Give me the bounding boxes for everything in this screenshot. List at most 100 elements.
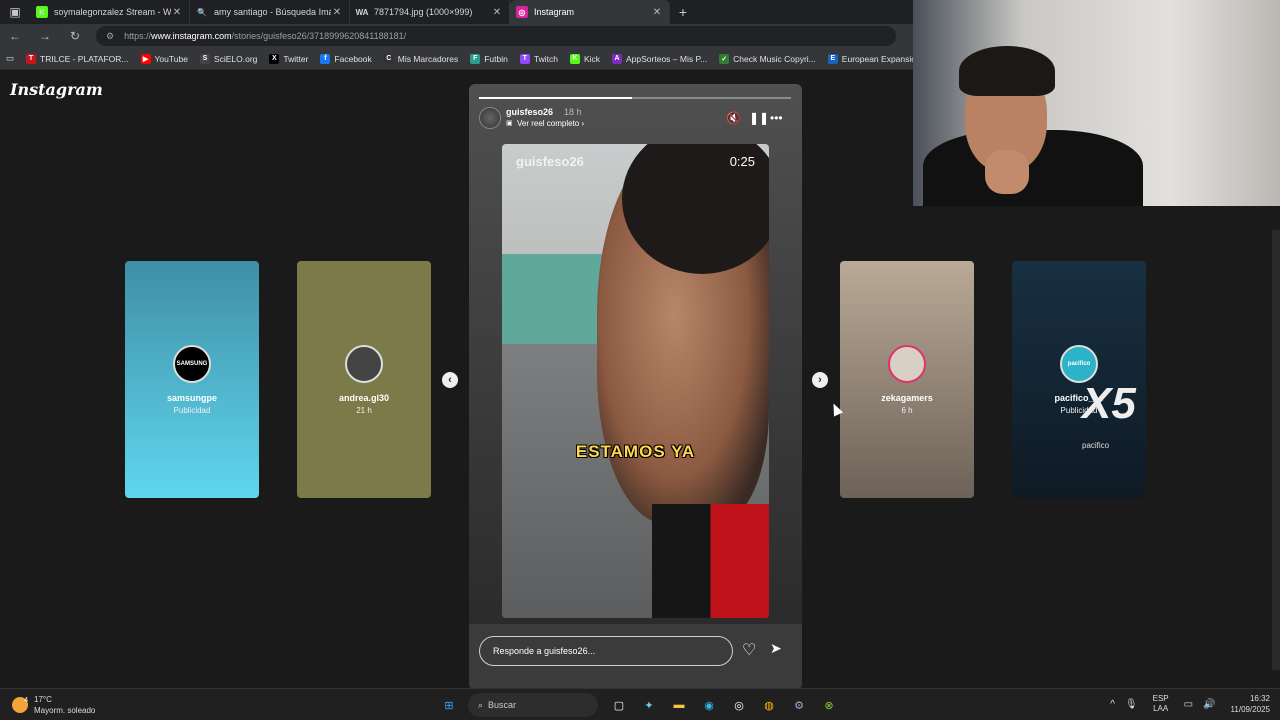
bookmark-icon: T — [519, 53, 530, 64]
address-bar[interactable]: ⚙ https:// www.instagram.com /stories/gu… — [96, 26, 896, 46]
bookmarks-manager-icon[interactable]: ▭ — [6, 53, 14, 64]
active-story[interactable]: guisfeso26 18 h ▣ Ver reel completo › 🔇 … — [469, 84, 802, 690]
start-icon[interactable]: ⊞ — [438, 694, 460, 716]
taskbar: 4 17°C Mayorm. soleado ⊞ ⌕ Buscar ▢ ✦ ▬ … — [0, 688, 1280, 720]
bookmark-label: Twitch — [533, 53, 558, 64]
clock[interactable]: 16:32 11/09/2025 — [1231, 693, 1270, 715]
language-indicator[interactable]: ESP LAA — [1153, 694, 1169, 714]
next-story-button[interactable]: › — [812, 372, 828, 388]
story-username: zekagamers — [881, 393, 933, 403]
browser-tab[interactable]: 🔍 amy santiago - Búsqueda Imágen✕ — [190, 0, 350, 24]
browser-tab[interactable]: ◎ Instagram ✕ — [510, 0, 670, 24]
bookmark-item[interactable]: T Twitch — [519, 53, 558, 64]
xbox-icon[interactable]: ⊗ — [818, 694, 840, 716]
steam-icon[interactable]: ⚙ — [788, 694, 810, 716]
site-info-icon[interactable]: ⚙ — [106, 31, 114, 42]
close-tab-icon[interactable]: ✕ — [491, 7, 503, 18]
like-heart-icon[interactable]: ♡ — [742, 640, 756, 660]
weather-widget[interactable]: 4 17°C Mayorm. soleado — [12, 694, 95, 716]
weather-temp: 17°C — [34, 695, 52, 704]
bookmark-item[interactable]: T TRILCE - PLATAFOR... — [26, 53, 129, 64]
send-icon[interactable]: ➤ — [770, 640, 782, 657]
system-tray: ^ 🎙 ESP LAA ▭ 🔊 16:32 11/09/2025 — [1105, 693, 1270, 715]
pause-icon[interactable]: ❚❚ — [749, 111, 769, 125]
video-timer: 0:25 — [729, 154, 755, 169]
prev-story-button[interactable]: ‹ — [442, 372, 458, 388]
edge-icon[interactable]: ◉ — [698, 694, 720, 716]
reload-icon[interactable]: ↻ — [60, 29, 90, 43]
taskbar-search[interactable]: ⌕ Buscar — [468, 693, 598, 717]
bookmark-icon: T — [26, 53, 37, 64]
task-view-icon[interactable]: ▢ — [608, 694, 630, 716]
forward-icon[interactable]: → — [30, 29, 60, 43]
monitor-icon[interactable]: ▭ — [1184, 699, 1193, 710]
avatar[interactable] — [479, 107, 501, 129]
story-username: andrea.gl30 — [338, 393, 390, 403]
story-subtitle: 6 h — [901, 406, 913, 415]
story-username[interactable]: guisfeso26 — [506, 107, 553, 117]
bookmark-icon: f — [320, 53, 331, 64]
bookmark-item[interactable]: C Mis Marcadores — [383, 53, 459, 64]
reply-input[interactable]: Responde a guisfeso26... — [479, 636, 733, 666]
bookmark-item[interactable]: S SciELO.org — [199, 53, 258, 64]
bookmark-label: Mis Marcadores — [397, 53, 459, 64]
taskbar-apps: ⊞ ⌕ Buscar ▢ ✦ ▬ ◉ ◎ ◍ ⚙ ⊗ — [438, 693, 848, 717]
bookmark-item[interactable]: X Twitter — [269, 53, 308, 64]
more-options-icon[interactable]: ••• — [770, 111, 783, 125]
bookmark-item[interactable]: F Futbin — [470, 53, 508, 64]
bookmark-label: TRILCE - PLATAFOR... — [40, 53, 129, 64]
story-card-zekagamers[interactable]: zekagamers 6 h — [840, 261, 974, 498]
obs-icon[interactable]: ◎ — [728, 694, 750, 716]
bookmark-icon: ✓ — [719, 53, 730, 64]
story-card-samsungpe[interactable]: SAMSUNG samsungpe Publicidad — [125, 261, 259, 498]
tab-title: 7871794.jpg (1000×999) — [374, 7, 473, 17]
page-scrollbar[interactable] — [1272, 230, 1280, 670]
bookmark-icon: F — [470, 53, 481, 64]
story-progress-fill — [479, 97, 632, 99]
story-avatar — [345, 345, 383, 383]
mute-icon[interactable]: 🔇 — [726, 111, 741, 125]
copilot-icon[interactable]: ✦ — [638, 694, 660, 716]
bookmark-label: Facebook — [334, 53, 372, 64]
bookmark-label: Check Music Copyri... — [733, 53, 816, 64]
browser-tab[interactable]: WA 7871794.jpg (1000×999) ✕ — [350, 0, 510, 24]
bookmark-label: SciELO.org — [213, 53, 258, 64]
chevron-up-icon[interactable]: ^ — [1110, 699, 1115, 710]
tab-menu-icon[interactable]: ▣ — [0, 0, 30, 24]
close-tab-icon[interactable]: ✕ — [171, 7, 183, 18]
microphone-icon[interactable]: 🎙 — [1125, 699, 1138, 710]
tab-title: Instagram — [534, 7, 575, 17]
bookmark-item[interactable]: A AppSorteos – Mis P... — [612, 53, 708, 64]
bookmark-item[interactable]: ✓ Check Music Copyri... — [719, 53, 816, 64]
back-icon[interactable]: ← — [0, 29, 30, 43]
story-avatar — [888, 345, 926, 383]
url-path: /stories/guisfeso26/3718999620841188181/ — [231, 31, 407, 41]
story-username: samsungpe — [166, 393, 217, 403]
weather-icon: 4 — [12, 697, 28, 713]
new-tab-button[interactable]: + — [670, 4, 696, 20]
bookmark-label: AppSorteos – Mis P... — [626, 53, 708, 64]
bookmark-item[interactable]: f Facebook — [320, 53, 372, 64]
file-explorer-icon[interactable]: ▬ — [668, 694, 690, 716]
url-host: www.instagram.com — [151, 31, 232, 41]
bookmark-icon: ▶ — [140, 53, 151, 64]
chrome-icon[interactable]: ◍ — [758, 694, 780, 716]
view-full-reel-link[interactable]: Ver reel completo › — [517, 119, 584, 128]
story-avatar: SAMSUNG — [173, 345, 211, 383]
story-video[interactable]: guisfeso26 0:25 ESTAMOS YA — [502, 144, 769, 618]
story-card-andrea[interactable]: andrea.gl30 21 h — [297, 261, 431, 498]
tab-favicon-icon: 🔍 — [196, 6, 208, 18]
close-tab-icon[interactable]: ✕ — [651, 7, 663, 18]
story-card-pacifico[interactable]: pacifico pacifico_se Publicidad X5 pacif… — [1012, 261, 1146, 498]
overlay-brand: pacifico — [1082, 441, 1110, 450]
bookmark-label: YouTube — [154, 53, 188, 64]
bookmark-item[interactable]: K Kick — [569, 53, 600, 64]
instagram-logo[interactable]: Instagram — [10, 80, 103, 99]
bookmark-icon: E — [827, 53, 838, 64]
volume-icon[interactable]: 🔊 — [1203, 699, 1215, 710]
close-tab-icon[interactable]: ✕ — [331, 7, 343, 18]
browser-tab[interactable]: Ksoymalegonzalez Stream - Watch✕ — [30, 0, 190, 24]
url-prefix: https:// — [124, 31, 152, 41]
bookmark-item[interactable]: ▶ YouTube — [140, 53, 188, 64]
weather-desc: Mayorm. soleado — [34, 706, 96, 715]
